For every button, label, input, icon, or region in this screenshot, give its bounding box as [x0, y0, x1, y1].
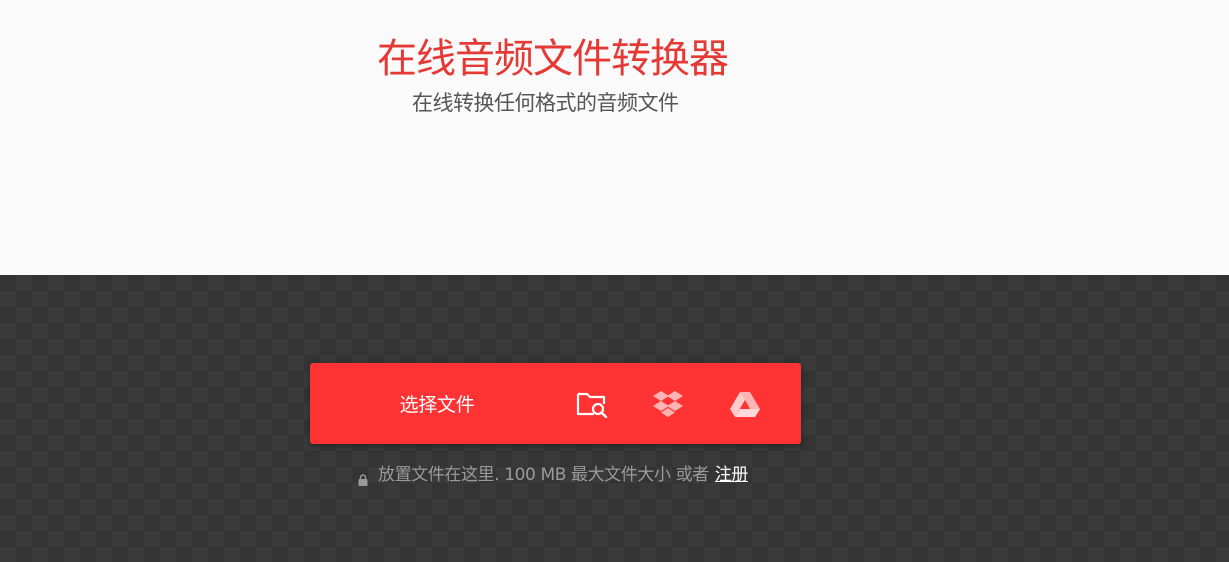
- google-drive-icon: [729, 390, 761, 418]
- upload-note: 放置文件在这里. 100 MB 最大文件大小 或者 注册: [358, 463, 748, 487]
- upload-from-google-drive-button[interactable]: [707, 363, 783, 444]
- dropbox-icon: [652, 390, 684, 418]
- lock-icon: [358, 469, 368, 486]
- upload-bar: 选择文件: [310, 363, 801, 444]
- page-subtitle: 在线转换任何格式的音频文件: [412, 91, 679, 115]
- upload-note-text: 放置文件在这里. 100 MB 最大文件大小 或者: [378, 465, 709, 485]
- upload-from-device-button[interactable]: [554, 363, 630, 444]
- choose-file-button[interactable]: 选择文件: [310, 363, 564, 444]
- folder-search-icon: [576, 390, 608, 418]
- page-title: 在线音频文件转换器: [377, 36, 729, 82]
- upload-from-dropbox-button[interactable]: [630, 363, 706, 444]
- hero-section: 在线音频文件转换器 在线转换任何格式的音频文件: [0, 0, 1229, 275]
- signup-link[interactable]: 注册: [715, 463, 749, 487]
